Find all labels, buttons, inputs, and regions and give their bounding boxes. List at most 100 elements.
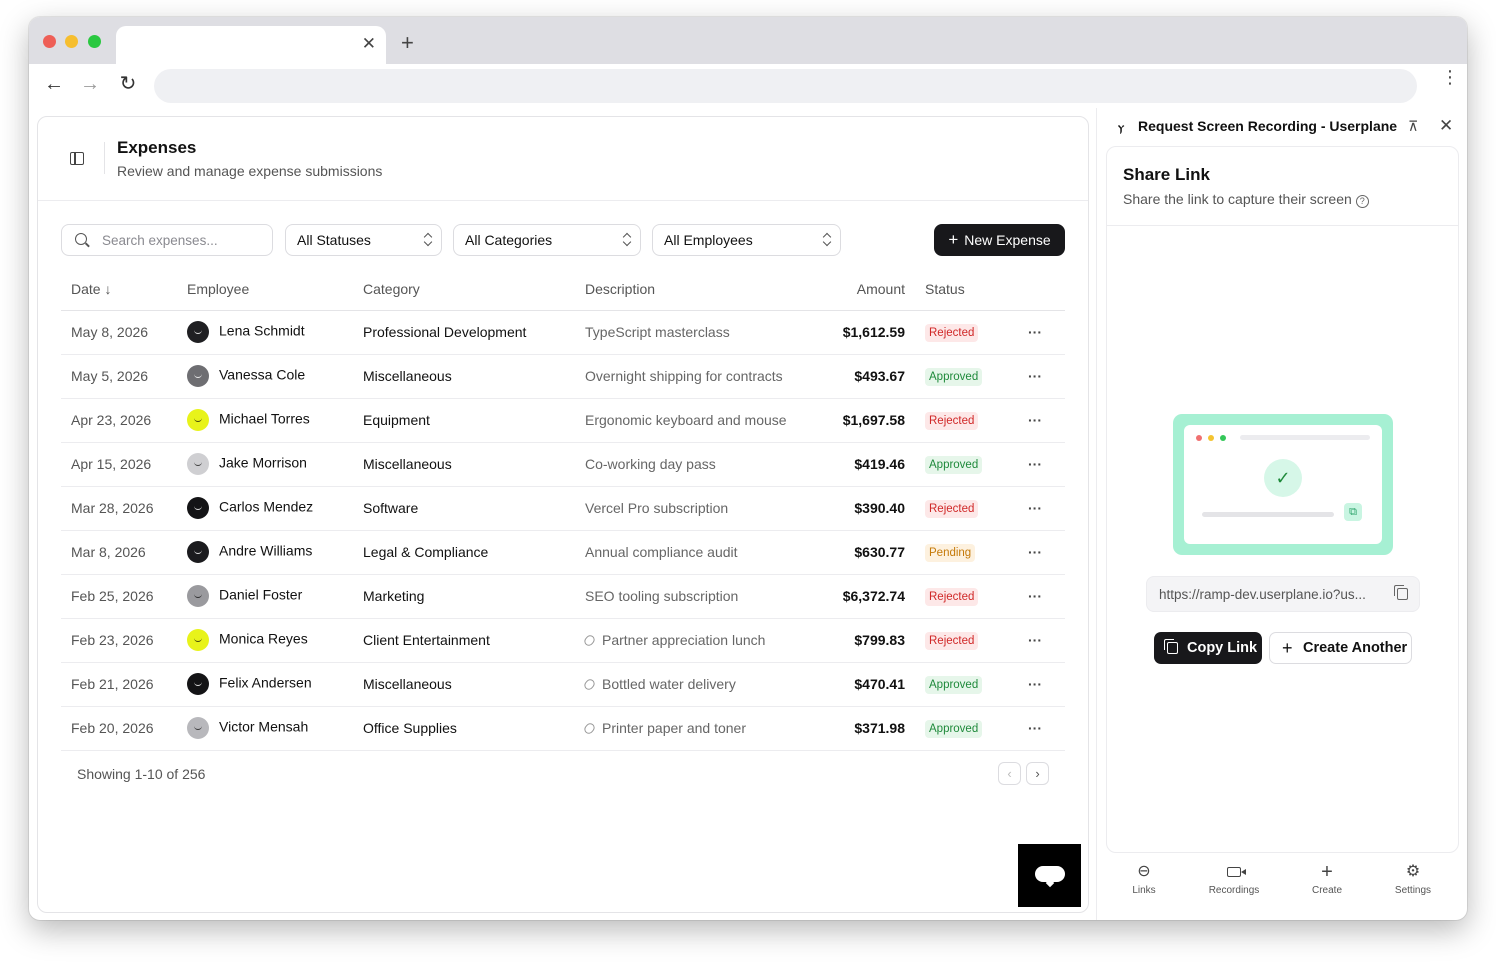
chat-launcher-button[interactable]: [1018, 844, 1081, 907]
forward-arrow-icon[interactable]: →: [79, 73, 101, 95]
employee-filter-value: All Employees: [664, 232, 753, 248]
status-badge: Rejected: [925, 411, 979, 430]
cell-status: Approved: [905, 706, 1005, 751]
nav-recordings[interactable]: Recordings: [1199, 861, 1269, 896]
status-badge: Approved: [925, 675, 983, 694]
nav-create[interactable]: + Create: [1292, 861, 1362, 896]
row-actions-button[interactable]: ···: [1005, 662, 1065, 707]
employee-name: Daniel Foster: [219, 586, 303, 603]
expenses-app: Expenses Review and manage expense submi…: [37, 116, 1089, 913]
employee-name: Victor Mensah: [219, 718, 309, 735]
employee-filter-select[interactable]: All Employees: [652, 224, 841, 256]
employee-name: Andre Williams: [219, 542, 313, 559]
help-icon[interactable]: ?: [1355, 195, 1369, 208]
column-header-status[interactable]: Status: [905, 269, 1005, 311]
next-page-button[interactable]: ›: [1026, 762, 1049, 785]
cell-status: Approved: [905, 442, 1005, 487]
row-actions-button[interactable]: ···: [1005, 530, 1065, 575]
cell-description: Annual compliance audit: [585, 530, 811, 575]
table-row[interactable]: Mar 8, 2026 Andre Williams Legal & Complia…: [61, 530, 1065, 575]
userplane-logo-icon: ⲩ: [1118, 120, 1125, 134]
row-actions-button[interactable]: ···: [1005, 574, 1065, 619]
description-text: Partner appreciation lunch: [602, 632, 766, 648]
address-bar[interactable]: [154, 69, 1417, 103]
browser-menu-icon[interactable]: ⋮: [1441, 68, 1459, 86]
search-input[interactable]: [102, 230, 262, 250]
cell-date: Mar 8, 2026: [61, 530, 187, 575]
create-another-button[interactable]: + Create Another: [1269, 632, 1412, 664]
search-box[interactable]: [61, 224, 273, 256]
column-header-amount[interactable]: Amount: [811, 269, 905, 311]
header-divider: [104, 142, 105, 174]
nav-links[interactable]: ⊖ Links: [1109, 861, 1179, 896]
row-actions-button[interactable]: ···: [1005, 618, 1065, 663]
category-filter-value: All Categories: [465, 232, 553, 248]
unpin-icon[interactable]: ⊼: [1408, 118, 1418, 135]
reload-icon[interactable]: ↻: [117, 73, 139, 95]
share-link-title: Share Link: [1123, 165, 1210, 184]
side-panel-bottom-nav: ⊖ Links Recordings + Create ⚙ Settings: [1106, 853, 1459, 913]
status-badge: Rejected: [925, 499, 979, 518]
cell-category: Software: [363, 486, 585, 531]
row-actions-button[interactable]: ···: [1005, 706, 1065, 751]
description-text: Overnight shipping for contracts: [585, 368, 783, 384]
share-url-field[interactable]: https://ramp-dev.userplane.io?us...: [1146, 576, 1420, 612]
table-row[interactable]: May 5, 2026 Vanessa Cole Miscellaneous Over…: [61, 354, 1065, 399]
table-row[interactable]: May 8, 2026 Lena Schmidt Professional Deve…: [61, 310, 1065, 355]
table-row[interactable]: Feb 21, 2026 Felix Andersen Miscellaneous B…: [61, 662, 1065, 707]
cell-amount: $1,612.59: [811, 310, 905, 355]
share-illustration: ✓ ⧉: [1173, 414, 1393, 555]
cell-date: Apr 23, 2026: [61, 398, 187, 443]
row-actions-button[interactable]: ···: [1005, 486, 1065, 531]
avatar: [187, 497, 209, 519]
column-header-date[interactable]: Date ↓: [61, 269, 187, 311]
column-header-description[interactable]: Description: [585, 269, 811, 311]
category-filter-select[interactable]: All Categories: [453, 224, 641, 256]
column-header-category[interactable]: Category: [363, 269, 585, 311]
cell-description: SEO tooling subscription: [585, 574, 811, 619]
paperclip-icon: [582, 721, 597, 736]
new-tab-button[interactable]: +: [401, 32, 414, 54]
cell-status: Pending: [905, 530, 1005, 575]
cell-description: Ergonomic keyboard and mouse: [585, 398, 811, 443]
table-row[interactable]: Feb 25, 2026 Daniel Foster Marketing SEO to…: [61, 574, 1065, 619]
employee-name: Lena Schmidt: [219, 322, 305, 339]
share-url-text: https://ramp-dev.userplane.io?us...: [1159, 587, 1366, 602]
cell-description: Partner appreciation lunch: [582, 618, 811, 663]
status-badge: Approved: [925, 367, 983, 386]
minimize-window-button[interactable]: [65, 35, 78, 48]
table-row[interactable]: Mar 28, 2026 Carlos Mendez Software Vercel …: [61, 486, 1065, 531]
pagination-summary: Showing 1-10 of 256: [77, 766, 206, 782]
row-actions-button[interactable]: ···: [1005, 398, 1065, 443]
cell-amount: $493.67: [811, 354, 905, 399]
nav-settings[interactable]: ⚙ Settings: [1378, 861, 1448, 896]
avatar: [187, 321, 209, 343]
table-row[interactable]: Feb 23, 2026 Monica Reyes Client Entertain…: [61, 618, 1065, 663]
maximize-window-button[interactable]: [88, 35, 101, 48]
row-actions-button[interactable]: ···: [1005, 354, 1065, 399]
close-icon[interactable]: ✕: [1439, 116, 1453, 136]
employee-name: Vanessa Cole: [219, 366, 306, 383]
table-row[interactable]: Apr 23, 2026 Michael Torres Equipment Ergon…: [61, 398, 1065, 443]
table-row[interactable]: Feb 20, 2026 Victor Mensah Office Supplies…: [61, 706, 1065, 751]
sidebar-toggle-icon[interactable]: [70, 152, 84, 165]
copy-icon[interactable]: [1394, 585, 1408, 600]
status-filter-select[interactable]: All Statuses: [285, 224, 442, 256]
illustration-address-bar: [1240, 435, 1370, 440]
share-link-subtitle-text: Share the link to capture their screen: [1123, 191, 1352, 207]
table-row[interactable]: Apr 15, 2026 Jake Morrison Miscellaneous Co…: [61, 442, 1065, 487]
new-expense-button[interactable]: + New Expense: [934, 224, 1065, 256]
cell-employee: Victor Mensah: [187, 706, 363, 751]
tab-close-icon[interactable]: ✕: [362, 35, 376, 53]
back-arrow-icon[interactable]: ←: [43, 73, 65, 95]
row-actions-button[interactable]: ···: [1005, 310, 1065, 355]
column-header-employee[interactable]: Employee: [187, 269, 363, 311]
illustration-dot: [1196, 435, 1202, 441]
cell-amount: $6,372.74: [811, 574, 905, 619]
browser-tab[interactable]: ✕: [116, 26, 386, 64]
row-actions-button[interactable]: ···: [1005, 442, 1065, 487]
previous-page-button[interactable]: ‹: [998, 762, 1021, 785]
cell-employee: Michael Torres: [187, 398, 363, 443]
close-window-button[interactable]: [43, 35, 56, 48]
copy-link-button[interactable]: Copy Link: [1154, 632, 1262, 664]
